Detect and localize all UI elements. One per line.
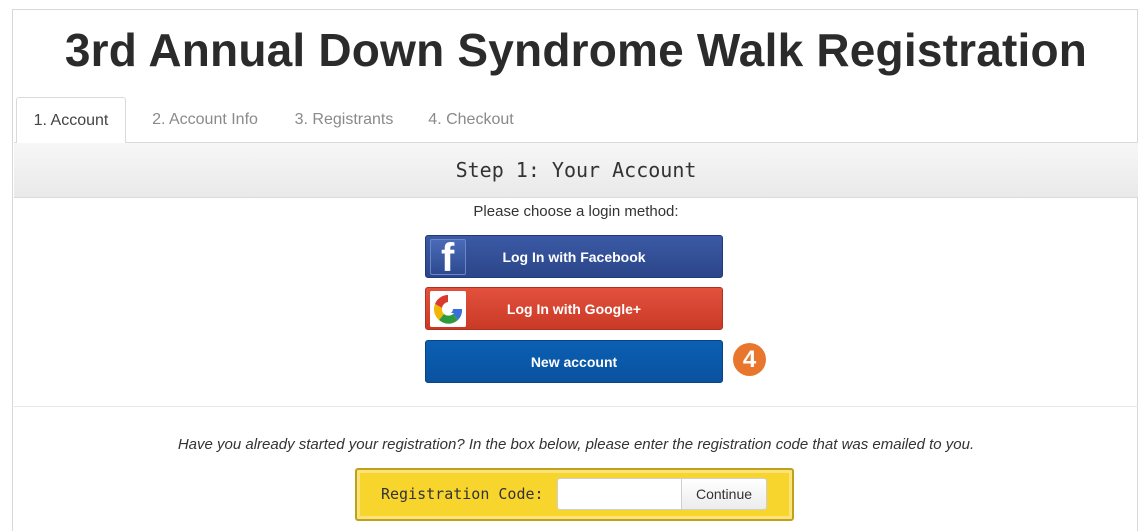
facebook-icon: f bbox=[430, 236, 466, 280]
facebook-login-label: Log In with Facebook bbox=[502, 249, 646, 265]
step-heading: Step 1: Your Account bbox=[14, 142, 1138, 198]
step-tabs: 1. Account 2. Account Info 3. Registrant… bbox=[14, 97, 1138, 143]
facebook-login-button[interactable]: f Log In with Facebook bbox=[425, 235, 723, 280]
google-login-button[interactable]: Log In with Google+ bbox=[425, 287, 723, 330]
registration-code-label: Registration Code: bbox=[381, 485, 544, 503]
tab-account-info[interactable]: 2. Account Info bbox=[131, 97, 279, 142]
new-account-button[interactable]: New account bbox=[425, 340, 723, 383]
section-divider bbox=[14, 406, 1138, 407]
google-plus-icon bbox=[430, 291, 466, 327]
tab-registrants[interactable]: 3. Registrants bbox=[280, 97, 408, 142]
registration-code-input[interactable] bbox=[557, 478, 681, 510]
tab-checkout[interactable]: 4. Checkout bbox=[414, 97, 528, 142]
new-account-label: New account bbox=[530, 354, 618, 370]
registration-code-box: Registration Code: Continue bbox=[355, 468, 794, 521]
continue-button[interactable]: Continue bbox=[681, 478, 767, 510]
login-prompt: Please choose a login method: bbox=[473, 203, 679, 220]
registration-note: Have you already started your registrati… bbox=[177, 436, 975, 453]
tab-account[interactable]: 1. Account bbox=[16, 97, 126, 143]
callout-number-badge: 4 bbox=[733, 343, 766, 376]
google-login-label: Log In with Google+ bbox=[506, 301, 642, 317]
page-title: 3rd Annual Down Syndrome Walk Registrati… bbox=[64, 24, 1088, 76]
registration-panel: 3rd Annual Down Syndrome Walk Registrati… bbox=[12, 9, 1138, 531]
